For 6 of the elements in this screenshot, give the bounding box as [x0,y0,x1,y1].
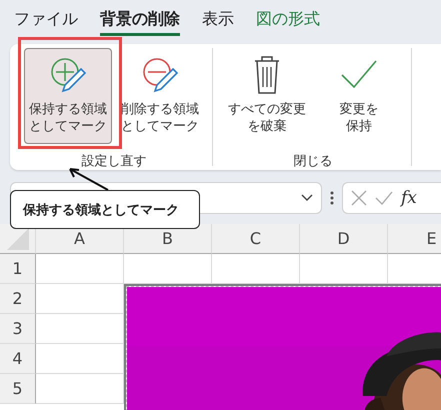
group-label: 設定し直す [82,153,146,170]
ribbon-button-label: すべての変更 を破棄 [228,101,306,135]
tooltip: 保持する領域としてマーク [10,190,200,229]
ribbon-button-label: 保持する領域 としてマーク [29,101,107,135]
ribbon-button-label: 変更を 保持 [340,101,378,135]
group-label: 閉じる [294,153,332,170]
